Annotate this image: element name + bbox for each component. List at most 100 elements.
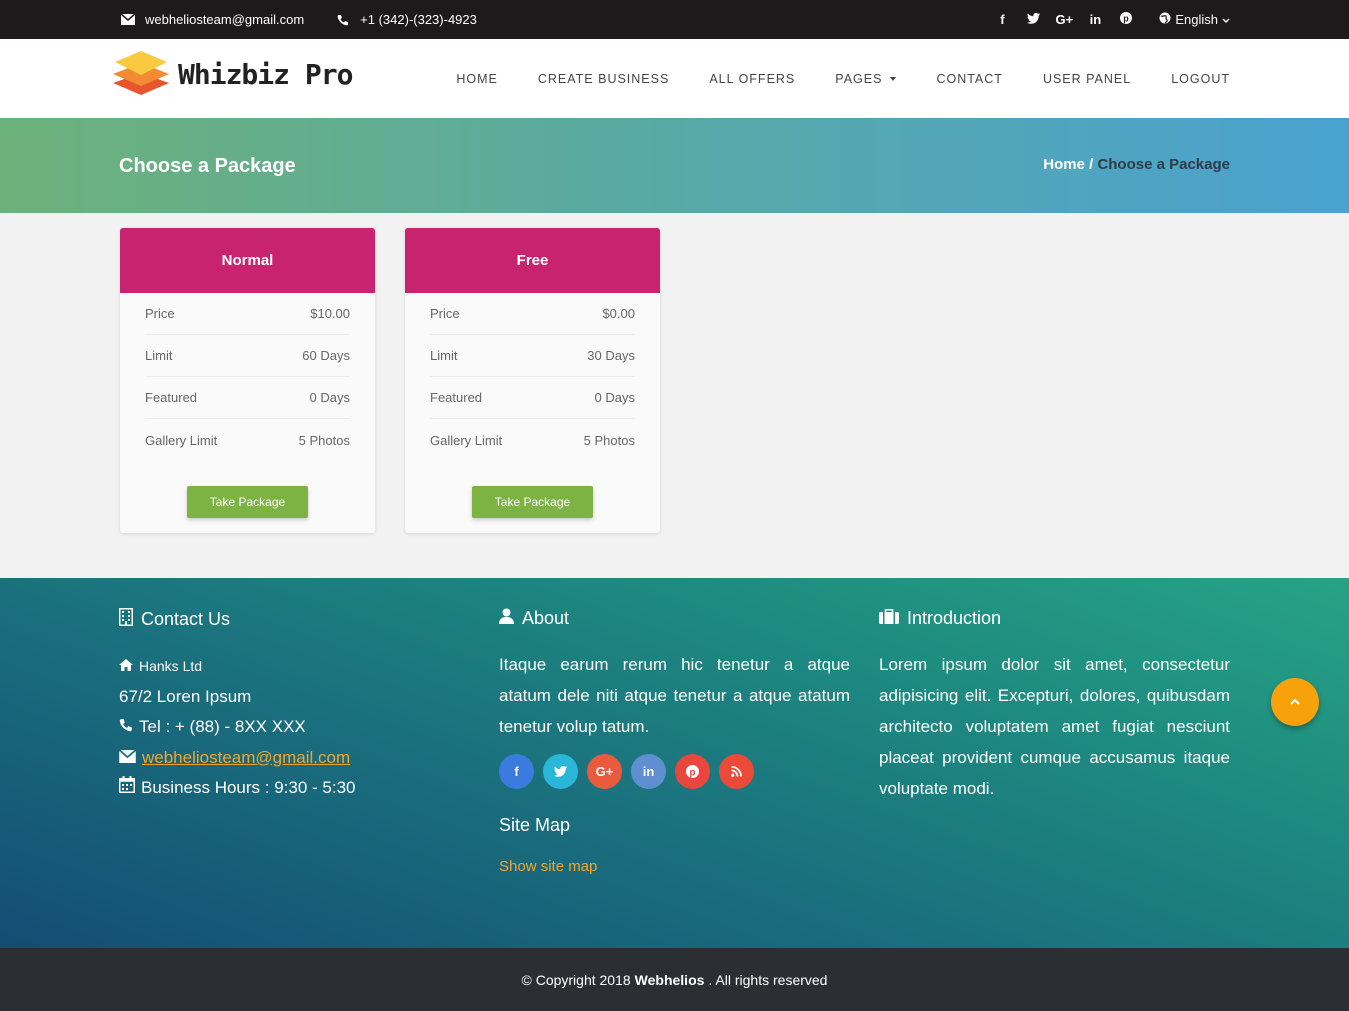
caret-down-icon — [890, 76, 897, 81]
phone-icon — [334, 11, 352, 29]
intro-text: Lorem ipsum dolor sit amet, consectetur … — [879, 655, 1230, 798]
rss-icon[interactable] — [719, 754, 754, 789]
footer-about-heading: About — [499, 608, 850, 629]
package-title: Normal — [120, 228, 375, 293]
pinterest-icon[interactable]: p — [1117, 12, 1135, 27]
nav-pages[interactable]: PAGES — [835, 71, 897, 86]
package-row-gallery: Gallery Limit 5 Photos — [430, 419, 635, 461]
row-value: 60 Days — [302, 348, 350, 363]
package-row-limit: Limit 60 Days — [145, 335, 350, 377]
footer-social: f G+ in p — [499, 754, 850, 789]
package-row-featured: Featured 0 Days — [145, 377, 350, 419]
row-value: 0 Days — [309, 390, 350, 405]
linkedin-icon[interactable]: in — [631, 754, 666, 789]
nav-user-panel[interactable]: USER PANEL — [1043, 72, 1131, 86]
logo-text: Whizbiz Pro — [178, 57, 353, 91]
show-site-map-link[interactable]: Show site map — [499, 858, 850, 875]
package-row-price: Price $10.00 — [145, 293, 350, 335]
site-footer: Contact Us Hanks Ltd 67/2 Loren Ipsum Te… — [0, 578, 1349, 948]
copyright-suffix: . All rights reserved — [708, 971, 828, 988]
row-label: Limit — [145, 348, 173, 363]
row-label: Gallery Limit — [430, 432, 503, 448]
page-title: Choose a Package — [119, 155, 296, 177]
company-name: Hanks Ltd — [139, 658, 203, 674]
footer-contact-heading: Contact Us — [119, 608, 449, 631]
pinterest-icon[interactable]: p — [675, 754, 710, 789]
copyright-prefix: © Copyright 2018 — [521, 971, 631, 988]
contact-email: webheliosteam@gmail.com — [118, 743, 449, 774]
twitter-icon[interactable] — [1024, 12, 1042, 27]
row-label: Featured — [430, 390, 483, 405]
home-icon — [119, 651, 133, 682]
twitter-icon[interactable] — [543, 754, 578, 789]
take-package-button[interactable]: Take Package — [472, 486, 593, 518]
chevron-down-icon — [1222, 12, 1230, 27]
scroll-to-top-button[interactable] — [1271, 678, 1319, 726]
nav-create-business[interactable]: CREATE BUSINESS — [538, 72, 669, 86]
footer-intro-heading: Introduction — [879, 608, 1230, 629]
package-row-featured: Featured 0 Days — [430, 377, 635, 419]
row-value: 5 Photos — [583, 432, 635, 448]
facebook-icon[interactable]: f — [993, 12, 1011, 27]
contact-hours: Business Hours : 9:30 - 5:30 — [119, 773, 449, 804]
nav-contact[interactable]: CONTACT — [936, 72, 1003, 86]
copyright-brand: Webhelios — [634, 971, 705, 988]
calendar-icon — [119, 773, 135, 804]
facebook-icon[interactable]: f — [499, 754, 534, 789]
hours-text: Business Hours : 9:30 - 5:30 — [141, 778, 356, 797]
page-hero: Choose a Package Home / Choose a Package — [0, 118, 1349, 213]
package-row-gallery: Gallery Limit 5 Photos — [145, 419, 350, 461]
main-header: Whizbiz Pro HOME CREATE BUSINESS ALL OFF… — [0, 39, 1349, 118]
google-plus-icon[interactable]: G+ — [1055, 12, 1074, 27]
row-value: $10.00 — [310, 306, 350, 321]
row-label: Featured — [145, 390, 198, 405]
take-package-button[interactable]: Take Package — [187, 486, 308, 518]
contact-tel: Tel : + (88) - 8XX XXX — [119, 712, 449, 743]
linkedin-icon[interactable]: in — [1086, 12, 1104, 27]
footer-contact-title: Contact Us — [141, 609, 231, 629]
svg-text:p: p — [690, 767, 696, 778]
nav-logout[interactable]: LOGOUT — [1171, 72, 1230, 86]
footer-intro: Introduction Lorem ipsum dolor sit amet,… — [879, 608, 1230, 804]
nav-pages-label: PAGES — [835, 71, 883, 86]
phone-icon — [119, 712, 133, 743]
copyright-bar: © Copyright 2018 Webhelios . All rights … — [0, 948, 1349, 1011]
footer-contact: Contact Us Hanks Ltd 67/2 Loren Ipsum Te… — [118, 608, 449, 804]
row-value: 5 Photos — [298, 432, 350, 448]
about-text: Itaque earum rerum hic tenetur a atque a… — [499, 655, 850, 736]
row-label: Price — [145, 306, 175, 321]
topbar-phone[interactable]: +1 (342)-(323)-4923 — [360, 12, 477, 27]
breadcrumb-separator: / — [1084, 156, 1098, 173]
footer-about-title: About — [522, 608, 570, 628]
row-value: 30 Days — [587, 348, 635, 363]
package-card-free: Free Price $0.00 Limit 30 Days Featured 0 D… — [405, 228, 660, 533]
main-nav: HOME CREATE BUSINESS ALL OFFERS PAGES CO… — [416, 39, 1230, 118]
topbar-social: f G+ in p — [993, 12, 1135, 27]
footer-intro-title: Introduction — [907, 608, 1002, 628]
globe-icon — [1159, 12, 1171, 27]
svg-text:p: p — [1124, 14, 1130, 24]
row-label: Gallery Limit — [145, 432, 218, 448]
footer-about: About Itaque earum rerum hic tenetur a a… — [499, 608, 850, 875]
row-value: $0.00 — [602, 306, 635, 321]
breadcrumb-home[interactable]: Home — [1043, 156, 1085, 173]
google-plus-icon[interactable]: G+ — [587, 754, 622, 789]
package-title: Free — [405, 228, 660, 293]
row-label: Price — [430, 306, 460, 321]
package-card-normal: Normal Price $10.00 Limit 60 Days Featured… — [120, 228, 375, 533]
row-value: 0 Days — [594, 390, 635, 405]
chevron-up-icon — [1289, 693, 1301, 711]
tel-text: Tel : + (88) - 8XX XXX — [139, 717, 306, 736]
nav-all-offers[interactable]: ALL OFFERS — [709, 72, 795, 86]
envelope-icon — [118, 743, 137, 774]
nav-home[interactable]: HOME — [456, 72, 498, 86]
top-bar: webheliosteam@gmail.com +1 (342)-(323)-4… — [0, 0, 1349, 39]
package-row-price: Price $0.00 — [430, 293, 635, 335]
topbar-email[interactable]: webheliosteam@gmail.com — [145, 12, 304, 27]
contact-email-link[interactable]: webheliosteam@gmail.com — [142, 743, 350, 774]
site-logo[interactable]: Whizbiz Pro — [112, 49, 353, 99]
sitemap-title: Site Map — [499, 815, 571, 835]
language-label: English — [1175, 12, 1218, 27]
breadcrumb-current: Choose a Package — [1097, 156, 1230, 173]
language-selector[interactable]: English — [1159, 12, 1230, 27]
